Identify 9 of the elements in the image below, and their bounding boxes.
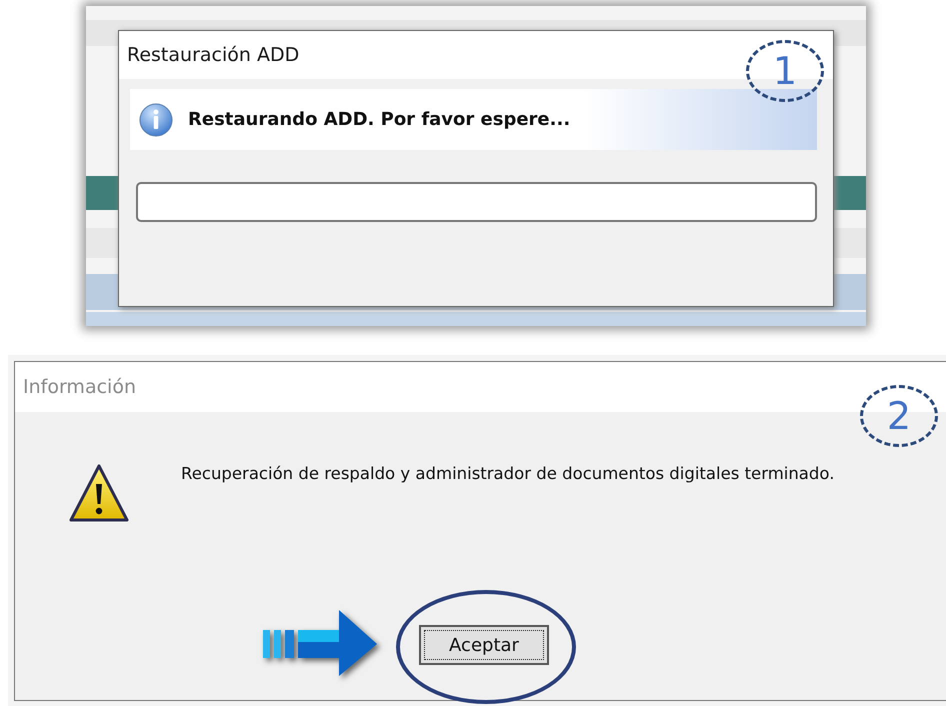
info-message: Recuperación de respaldo y administrador de documentos digitales terminado.: [181, 464, 834, 483]
info-icon: [138, 102, 174, 138]
status-message: Restaurando ADD. Por favor espere...: [188, 109, 570, 130]
warning-icon: [68, 462, 130, 524]
callout-number: 2: [860, 385, 938, 447]
window-title: Información: [23, 376, 136, 398]
callout-number: 1: [746, 40, 824, 102]
accept-button[interactable]: Aceptar: [419, 625, 549, 665]
window-title: Restauración ADD: [127, 44, 300, 66]
